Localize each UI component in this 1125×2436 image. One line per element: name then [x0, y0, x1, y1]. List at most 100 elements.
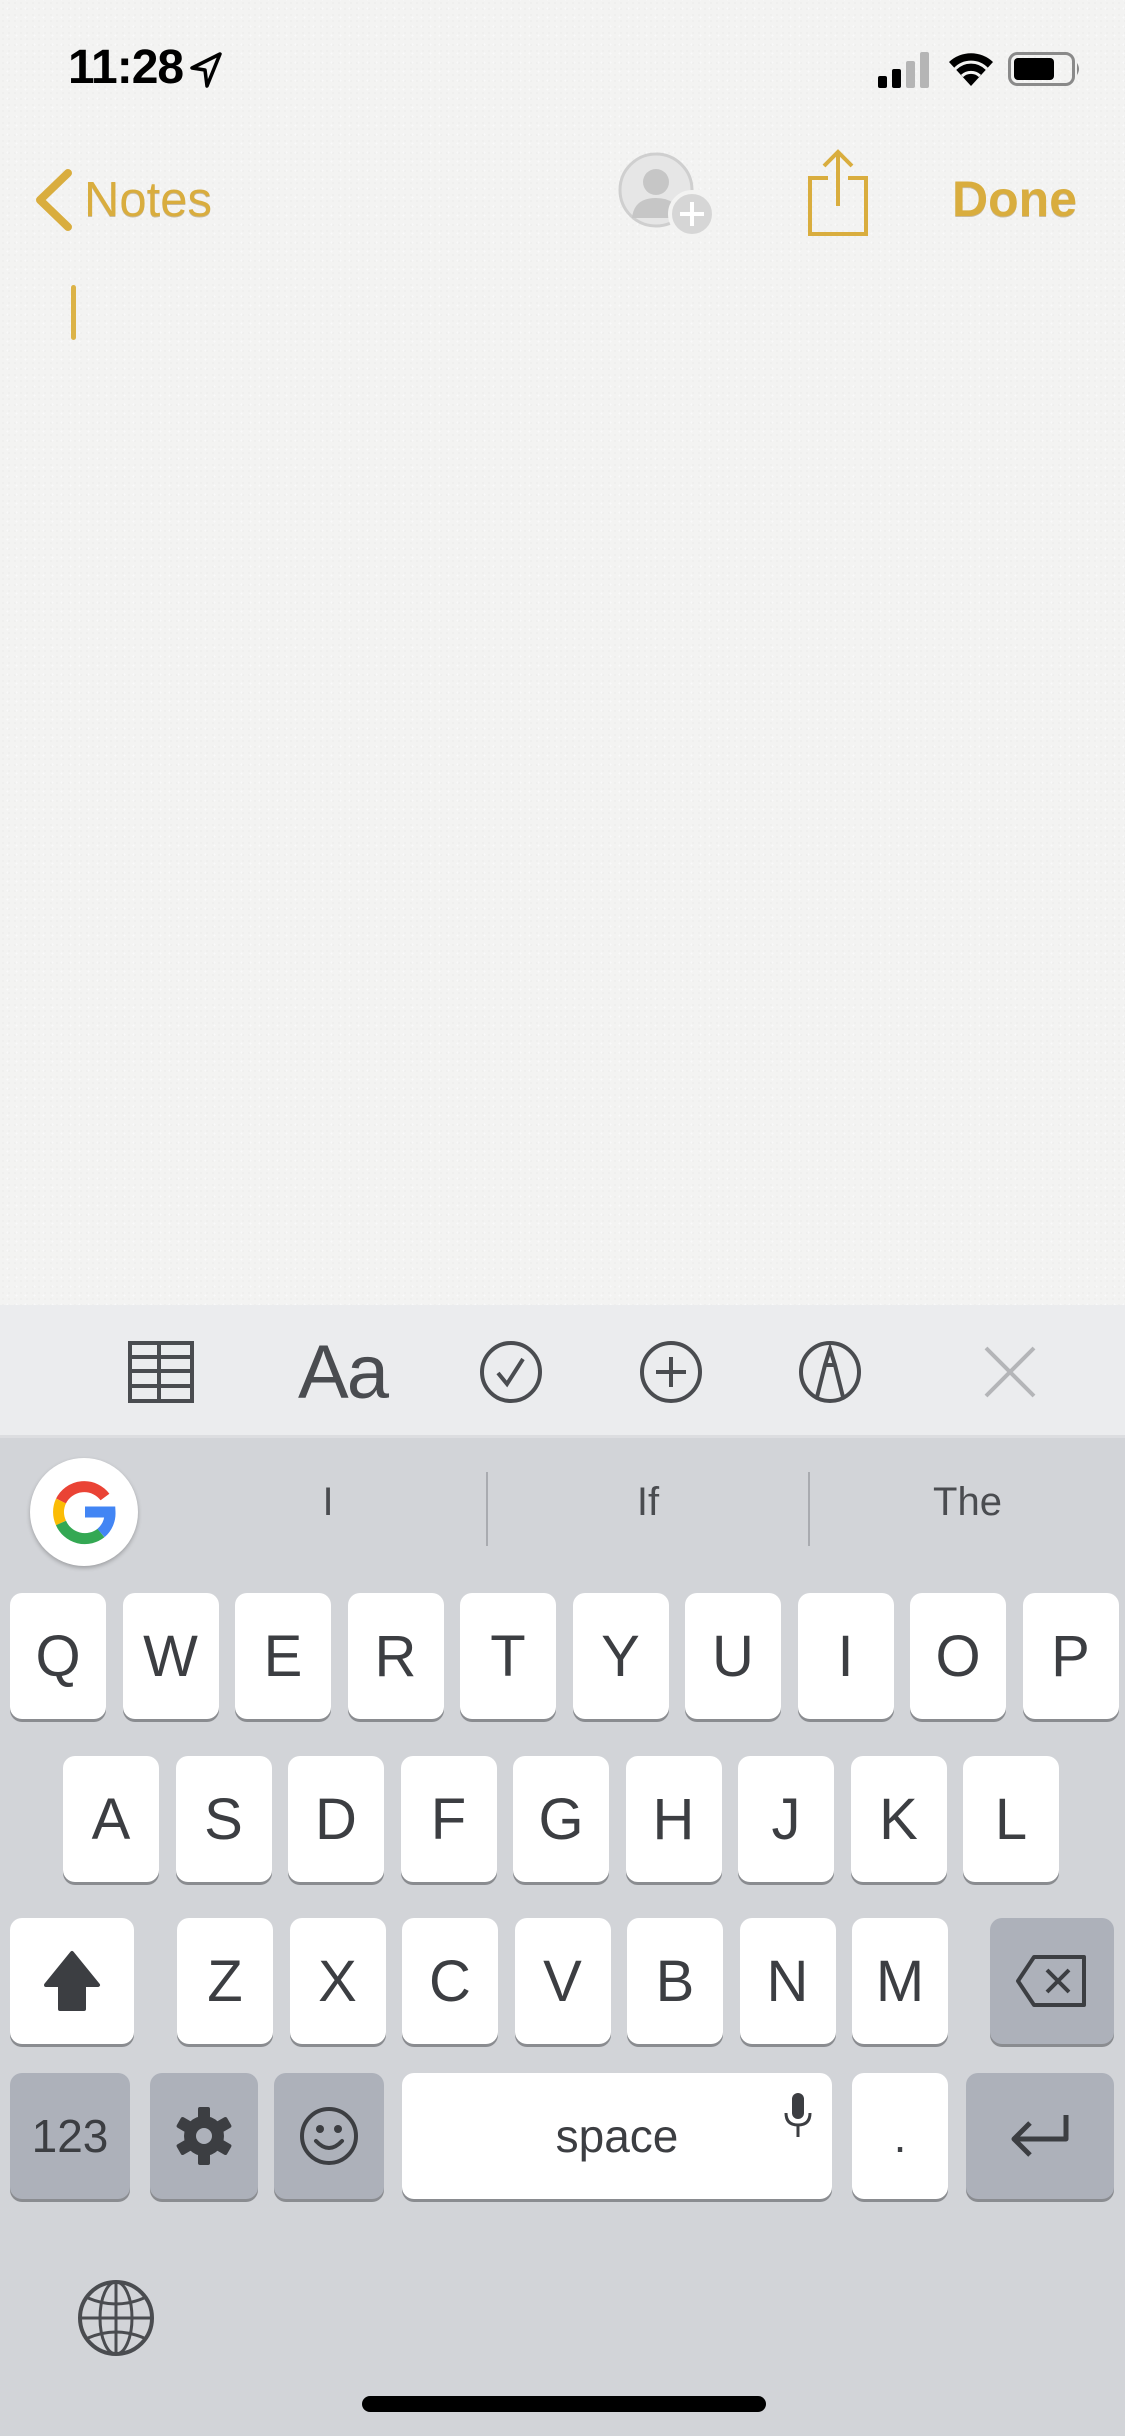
checklist-button[interactable]	[477, 1327, 545, 1417]
shift-key[interactable]	[10, 1918, 134, 2044]
google-button[interactable]	[30, 1458, 138, 1566]
add-icon	[640, 1341, 702, 1403]
keyboard: I If The QWE R T Y U I O P A S D F G H J K L Z X C V B NM 12…	[0, 1438, 1125, 2436]
add-attachment-button[interactable]	[637, 1327, 705, 1417]
space-key[interactable]: space	[402, 2073, 832, 2199]
key-q[interactable]: Q	[10, 1593, 106, 1719]
period-key[interactable]: .	[852, 2073, 948, 2199]
key-r[interactable]: R	[347, 1593, 444, 1719]
suggestion-1[interactable]: I	[170, 1460, 486, 1544]
suggestion-2[interactable]: If	[488, 1460, 808, 1544]
return-key[interactable]	[966, 2073, 1114, 2199]
formatting-toolbar: Aa	[0, 1305, 1125, 1438]
table-icon	[128, 1341, 194, 1403]
share-icon[interactable]	[806, 148, 870, 238]
suggestion-bar: I If The	[0, 1438, 1125, 1578]
done-button[interactable]: Done	[952, 170, 1077, 228]
key-x[interactable]: X	[289, 1918, 386, 2044]
shift-arrow-icon	[44, 1951, 100, 2011]
settings-key[interactable]	[150, 2073, 258, 2199]
key-s[interactable]: S	[175, 1756, 272, 1882]
key-i[interactable]: I	[797, 1593, 894, 1719]
key-v[interactable]: V	[514, 1918, 611, 2044]
key-f[interactable]: F	[400, 1756, 497, 1882]
checklist-icon	[480, 1341, 542, 1403]
globe-language-icon[interactable]	[76, 2278, 156, 2358]
key-label: E	[263, 1623, 303, 1689]
key-label: C	[429, 1948, 471, 2014]
key-label: T	[490, 1623, 526, 1689]
key-label: I	[837, 1623, 854, 1689]
suggestion-3[interactable]: The	[810, 1460, 1125, 1544]
key-a[interactable]: A	[63, 1756, 159, 1882]
space-key-label: space	[555, 2110, 679, 2162]
backspace-icon	[1016, 1955, 1086, 2007]
back-label: Notes	[84, 173, 213, 227]
return-arrow-icon	[1011, 2115, 1069, 2157]
key-g[interactable]: G	[513, 1756, 609, 1882]
key-w[interactable]: W	[122, 1593, 219, 1719]
key-label: S	[204, 1786, 243, 1852]
key-p[interactable]: P	[1022, 1593, 1119, 1719]
key-label: F	[430, 1786, 467, 1852]
key-label: B	[655, 1948, 695, 2014]
key-label: Z	[207, 1948, 243, 2014]
key-label: O	[935, 1623, 981, 1689]
key-label: Q	[35, 1623, 81, 1689]
key-label: W	[143, 1623, 198, 1689]
cellular-signal-icon	[878, 52, 929, 88]
key-l[interactable]: L	[963, 1756, 1059, 1882]
key-label: H	[652, 1786, 695, 1852]
period-key-label: .	[893, 2110, 907, 2162]
markup-button[interactable]	[796, 1327, 864, 1417]
add-collaborator-icon[interactable]	[618, 152, 722, 242]
key-label: D	[315, 1786, 357, 1852]
text-format-button[interactable]: Aa	[295, 1327, 390, 1417]
gear-icon	[176, 2107, 232, 2165]
back-to-notes-button[interactable]: Notes	[30, 160, 212, 240]
home-indicator[interactable]	[362, 2396, 766, 2412]
close-toolbar-button[interactable]	[982, 1327, 1038, 1417]
key-o[interactable]: O	[910, 1593, 1006, 1719]
key-y[interactable]: Y	[572, 1593, 669, 1719]
wifi-icon	[949, 53, 993, 86]
key-label: G	[538, 1786, 584, 1852]
key-h[interactable]: H	[625, 1756, 722, 1882]
key-label: Y	[601, 1623, 640, 1689]
key-e[interactable]: E	[235, 1593, 331, 1719]
google-g-icon	[53, 1481, 116, 1545]
microphone-icon[interactable]	[782, 2091, 814, 2139]
key-b[interactable]: B	[627, 1918, 723, 2044]
key-m[interactable]: M	[852, 1918, 948, 2044]
location-arrow-icon	[190, 52, 222, 88]
key-t[interactable]: T	[460, 1593, 556, 1719]
key-label: R	[374, 1623, 417, 1689]
delete-key[interactable]	[990, 1918, 1114, 2044]
close-icon	[984, 1346, 1036, 1398]
key-c[interactable]: C	[402, 1918, 498, 2044]
key-j[interactable]: J	[738, 1756, 834, 1882]
key-label: J	[771, 1786, 801, 1852]
key-d[interactable]: D	[288, 1756, 384, 1882]
insert-table-button[interactable]	[126, 1327, 196, 1417]
key-label: M	[875, 1948, 925, 2014]
key-n[interactable]: N	[739, 1918, 836, 2044]
key-label: U	[712, 1623, 754, 1689]
key-k[interactable]: K	[850, 1756, 947, 1882]
key-label: N	[766, 1948, 809, 2014]
numbers-key[interactable]: 123	[10, 2073, 130, 2199]
key-u[interactable]: U	[685, 1593, 781, 1719]
numbers-key-label: 123	[31, 2110, 109, 2162]
key-label: A	[91, 1786, 131, 1852]
key-label: K	[879, 1786, 918, 1852]
key-label: X	[318, 1948, 357, 2014]
key-label: L	[994, 1786, 1028, 1852]
key-label: P	[1051, 1623, 1090, 1689]
emoji-key[interactable]	[274, 2073, 384, 2199]
status-time: 11:28	[68, 41, 184, 94]
chevron-left-icon	[36, 169, 72, 231]
key-z[interactable]: Z	[177, 1918, 273, 2044]
text-cursor	[71, 285, 76, 340]
note-text-area[interactable]	[0, 260, 1125, 1300]
emoji-icon	[300, 2107, 358, 2165]
